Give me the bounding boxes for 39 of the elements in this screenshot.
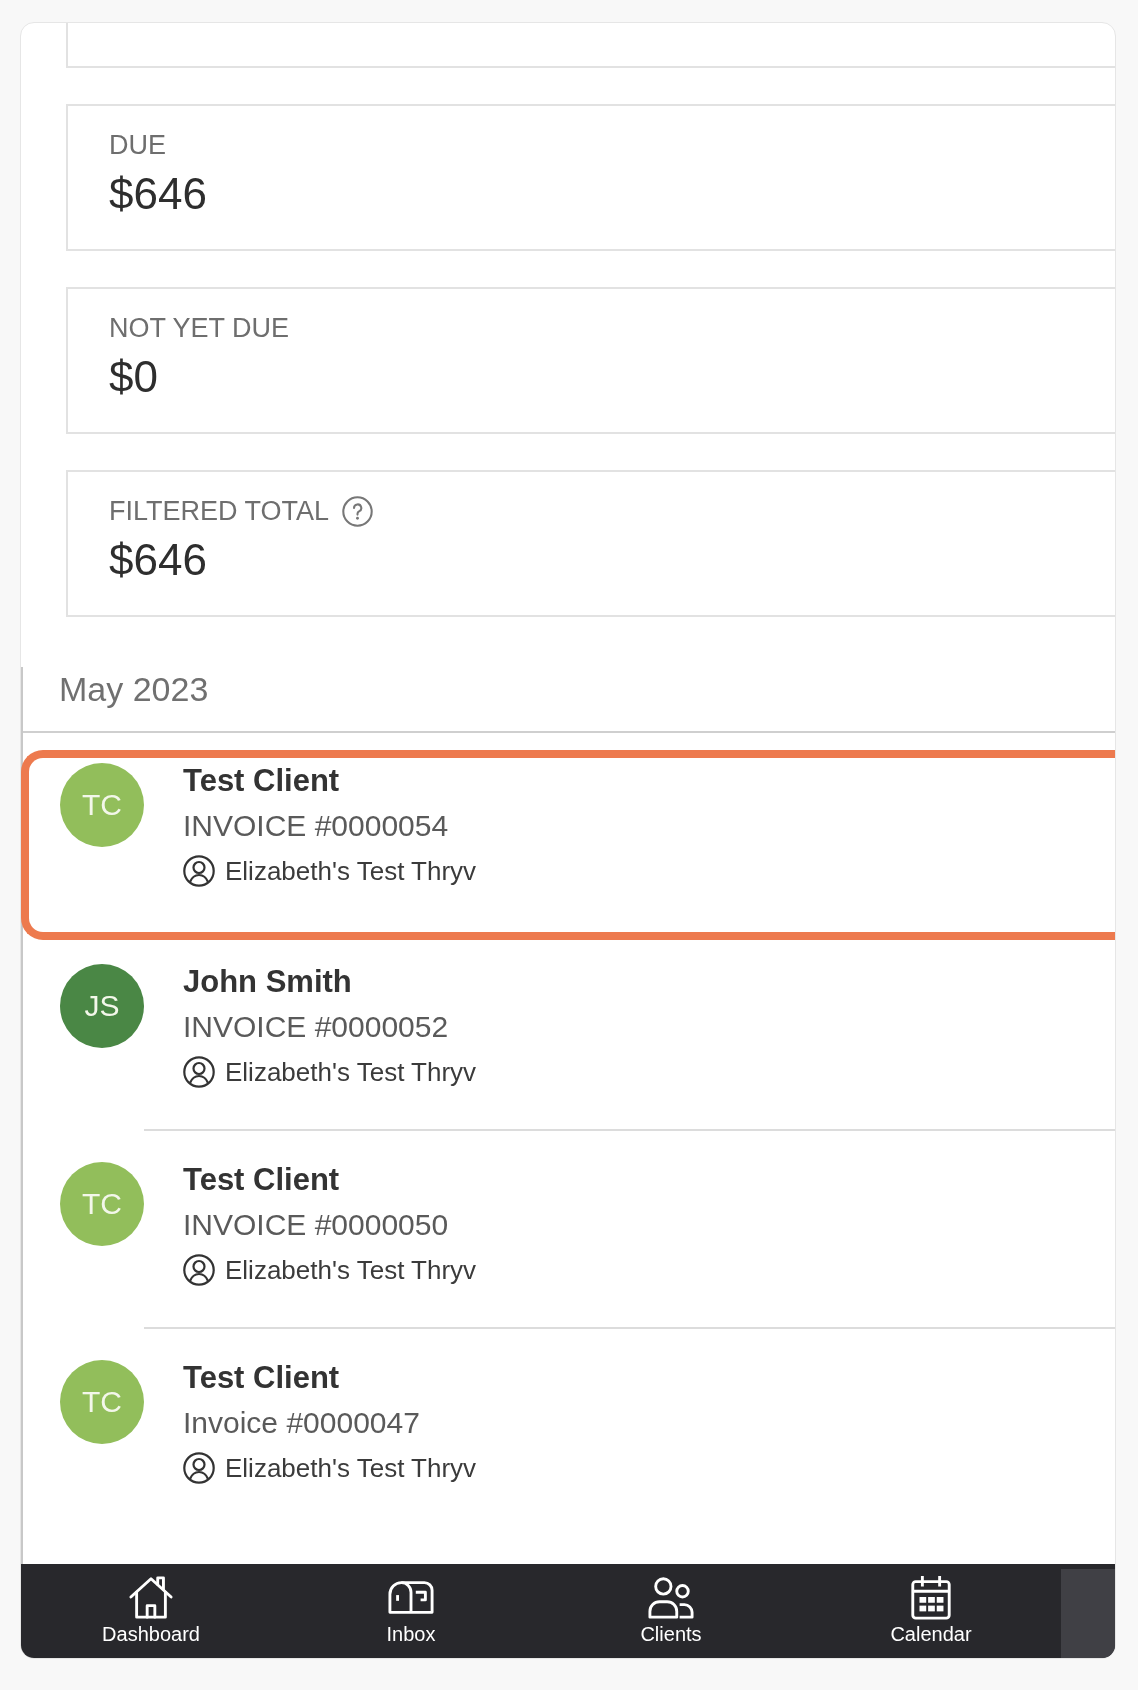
- user-circle-icon: [183, 855, 215, 887]
- home-icon: [128, 1574, 174, 1620]
- client-avatar: TC: [60, 1360, 144, 1444]
- invoice-number: INVOICE #0000052: [183, 1009, 449, 1045]
- client-name: John Smith: [183, 963, 352, 1001]
- invoice-list-item[interactable]: TC Test Client Invoice #0000047 Elizabeth's Test Thryv: [23, 1329, 1115, 1525]
- business-name: Elizabeth's Test Thryv: [225, 1056, 477, 1089]
- invoice-number: Invoice #0000047: [183, 1405, 420, 1441]
- invoice-list-item[interactable]: TC Test Client INVOICE #0000050 Elizabeth's Test Thryv: [23, 1131, 1115, 1327]
- invoice-list-item[interactable]: TC Test Client INVOICE #0000054 Elizabeth's Test Thryv: [21, 750, 1115, 940]
- client-name: Test Client: [183, 1161, 340, 1199]
- user-circle-icon: [183, 1056, 215, 1088]
- business-name: Elizabeth's Test Thryv: [225, 1452, 477, 1485]
- nav-tab[interactable]: Clients: [541, 1564, 801, 1658]
- summary-label: FILTERED TOTAL: [109, 495, 330, 528]
- invoice-number: INVOICE #0000054: [183, 808, 449, 844]
- invoice-number: INVOICE #0000050: [183, 1207, 449, 1243]
- client-avatar: TC: [60, 1162, 144, 1246]
- client-name: Test Client: [183, 762, 340, 800]
- client-name: Test Client: [183, 1359, 340, 1397]
- invoice-list-item[interactable]: JS John Smith INVOICE #0000052 Elizabeth's Test Thryv: [23, 940, 1115, 1129]
- people-icon: [648, 1574, 694, 1620]
- nav-tab[interactable]: Inbox: [281, 1564, 541, 1658]
- amount-value: $646: [109, 535, 207, 584]
- calendar-icon: [908, 1574, 954, 1620]
- amount-value: $646: [109, 169, 207, 218]
- help-icon[interactable]: [342, 495, 374, 527]
- business-name: Elizabeth's Test Thryv: [225, 1254, 477, 1287]
- month-label: May 2023: [59, 670, 209, 708]
- user-circle-icon: [183, 1254, 215, 1286]
- summary-label: NOT YET DUE: [109, 312, 290, 345]
- client-avatar: JS: [60, 964, 144, 1048]
- nav-tab[interactable]: Dashboard: [21, 1564, 281, 1658]
- user-circle-icon: [183, 1452, 215, 1484]
- amount-value: $0: [109, 352, 158, 401]
- business-name: Elizabeth's Test Thryv: [225, 855, 477, 888]
- summary-label: DUE: [109, 129, 166, 162]
- client-avatar: TC: [60, 763, 144, 847]
- nav-tab[interactable]: Calendar: [801, 1564, 1061, 1658]
